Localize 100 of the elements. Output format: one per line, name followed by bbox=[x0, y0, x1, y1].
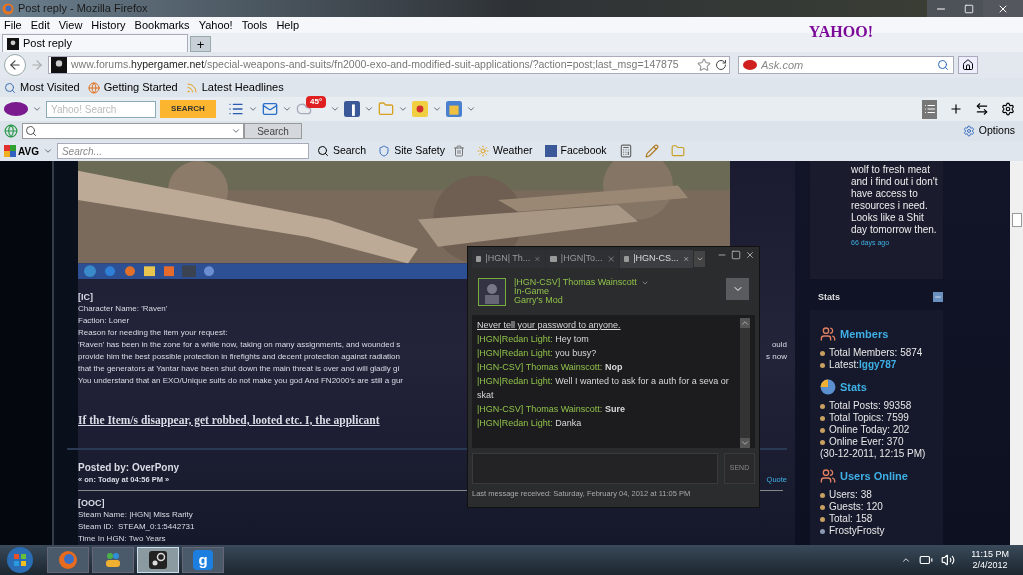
post-text: s now bbox=[766, 351, 787, 363]
gear-icon bbox=[962, 125, 975, 137]
maximize-button[interactable] bbox=[955, 0, 983, 17]
search-icon bbox=[4, 81, 16, 94]
web-search-input[interactable]: Ask.com bbox=[761, 56, 933, 74]
shopping-icon[interactable] bbox=[412, 101, 428, 117]
swap-icon[interactable] bbox=[975, 102, 989, 116]
trash-icon bbox=[453, 145, 465, 157]
menu-item[interactable]: Yahoo! bbox=[198, 16, 233, 34]
caret-icon bbox=[231, 126, 241, 136]
maximize-icon bbox=[964, 3, 974, 14]
chat-tab[interactable]: |HGN|To... bbox=[546, 250, 619, 268]
close-icon[interactable] bbox=[745, 250, 755, 260]
options-button[interactable] bbox=[726, 278, 749, 300]
back-button[interactable] bbox=[4, 54, 26, 76]
chat-tab[interactable]: |HGN-CS... bbox=[620, 250, 693, 268]
bookmark-star-icon[interactable] bbox=[697, 58, 711, 72]
globe-icon[interactable] bbox=[4, 124, 18, 138]
tabs-menu-button[interactable] bbox=[694, 251, 705, 267]
volume-icon[interactable] bbox=[941, 553, 956, 567]
folder-search-icon[interactable] bbox=[670, 144, 685, 158]
chat-message: |HGN|Redan Light: Well I wanted to ask for a auth for a seva or skat bbox=[477, 375, 730, 402]
clock[interactable]: 11:15 PM 2/4/2012 bbox=[971, 549, 1009, 571]
bullet-icon bbox=[820, 516, 825, 522]
post-heading: If the Item/s disappear, get robbed, looted etc. I, the applicant bbox=[78, 413, 380, 427]
toolbar-button[interactable]: Facebook bbox=[540, 143, 611, 159]
section-label: [OOC] bbox=[78, 497, 105, 509]
notepad-icon[interactable] bbox=[644, 144, 659, 158]
status-text: wolf to fresh meat and i find out i don't have access to resources i need. Looks like a Shit day tomorrow then. bbox=[851, 164, 938, 235]
address-bar[interactable]: www.forums.hypergamer.net/special-weapons-and-suits/fn2000-exo-and-modified-suit-applications/?action=post;last_msg=147875 bbox=[48, 56, 730, 74]
menu-item[interactable]: Bookmarks bbox=[134, 16, 190, 34]
bookmarks-icon[interactable] bbox=[228, 101, 244, 117]
yahoo-logo-icon[interactable] bbox=[4, 101, 28, 117]
reload-icon[interactable] bbox=[715, 59, 727, 71]
cloud-icon[interactable] bbox=[296, 101, 312, 117]
section-heading[interactable]: Users Online bbox=[840, 470, 908, 482]
close-icon[interactable] bbox=[682, 254, 689, 264]
start-button[interactable] bbox=[6, 546, 34, 574]
bullet-icon bbox=[820, 504, 825, 510]
toolbar-button[interactable]: Weather bbox=[473, 143, 537, 159]
section-heading[interactable]: Stats bbox=[840, 381, 867, 393]
globe-icon bbox=[87, 81, 100, 94]
menu-item[interactable]: View bbox=[58, 16, 83, 34]
caret-icon bbox=[466, 104, 476, 114]
stat-text: Online Today: 202 bbox=[829, 424, 910, 436]
options-menu[interactable]: Options bbox=[962, 123, 1019, 139]
calculator-icon[interactable] bbox=[618, 144, 633, 158]
power-icon[interactable] bbox=[919, 553, 934, 567]
taskbar-app[interactable]: g bbox=[182, 547, 224, 573]
avg-logo[interactable]: AVG bbox=[4, 143, 39, 159]
scroll-down-icon[interactable] bbox=[740, 438, 750, 448]
menu-item[interactable]: Tools bbox=[241, 16, 268, 34]
mail-icon[interactable] bbox=[262, 101, 278, 117]
facebook-icon[interactable] bbox=[344, 101, 360, 117]
chat-tab[interactable]: |HGN| Th... bbox=[472, 250, 545, 268]
folder-icon[interactable] bbox=[378, 101, 394, 117]
section-heading[interactable]: Members bbox=[840, 328, 889, 340]
facebook-icon bbox=[544, 145, 557, 157]
stat-text: Total Topics: 7599 bbox=[829, 412, 909, 424]
web-search-field[interactable]: Ask.com bbox=[738, 56, 954, 74]
search-field[interactable] bbox=[22, 123, 244, 139]
browser-tab[interactable]: Post reply bbox=[2, 34, 188, 52]
avg-search-field[interactable]: Search... bbox=[56, 143, 309, 159]
menu-item[interactable]: History bbox=[91, 16, 126, 34]
new-tab-button[interactable]: + bbox=[190, 36, 211, 52]
menu-item[interactable]: Help bbox=[276, 16, 299, 34]
post-text: Steam ID: STEAM_0:1:5442731 bbox=[78, 521, 195, 533]
search-button[interactable]: SEARCH bbox=[160, 100, 216, 118]
chat-message: |HGN-CSV] Thomas Wainscott: Nop bbox=[477, 361, 624, 374]
close-button[interactable] bbox=[983, 0, 1023, 17]
friend-name[interactable]: |HGN-CSV] Thomas Wainscott bbox=[514, 278, 637, 287]
yahoo-search-field[interactable]: Yahoo! Search bbox=[46, 100, 156, 118]
toolbar-button[interactable]: Site Safety bbox=[374, 143, 469, 159]
bookmark-link[interactable]: Latest Headlines bbox=[185, 79, 284, 96]
member-link[interactable]: Iggy787 bbox=[859, 359, 897, 371]
scroll-up-icon[interactable] bbox=[740, 318, 750, 328]
stat-text: Guests: 120 bbox=[829, 501, 883, 513]
toolbar-button[interactable]: Search bbox=[312, 143, 371, 159]
bookmark-link[interactable]: Getting Started bbox=[87, 79, 178, 96]
search-icon[interactable] bbox=[937, 59, 949, 71]
user-link[interactable]: FrostyFrosty bbox=[829, 525, 885, 537]
bag-icon[interactable] bbox=[446, 101, 462, 117]
menu-item[interactable]: Edit bbox=[30, 16, 50, 34]
add-icon[interactable] bbox=[949, 102, 963, 116]
search-button[interactable]: Search bbox=[244, 123, 302, 139]
chat-message: |HGN|Redan Light: you busy? bbox=[477, 347, 598, 360]
minimize-button[interactable] bbox=[927, 0, 955, 17]
close-icon[interactable] bbox=[606, 254, 615, 264]
scrollbar[interactable] bbox=[1010, 161, 1023, 545]
bullet-icon bbox=[820, 492, 825, 498]
collapse-button[interactable] bbox=[933, 292, 943, 303]
menu-item[interactable]: File bbox=[4, 16, 22, 34]
home-button[interactable] bbox=[958, 56, 978, 74]
chat-scrollbar[interactable] bbox=[740, 318, 750, 448]
settings-icon[interactable] bbox=[1001, 102, 1015, 116]
caret-icon bbox=[32, 104, 42, 114]
bookmark-link[interactable]: Most Visited bbox=[4, 79, 80, 96]
friend-game: Garry's Mod bbox=[514, 296, 564, 305]
list-button[interactable] bbox=[922, 99, 937, 119]
maximize-icon[interactable] bbox=[731, 250, 741, 260]
